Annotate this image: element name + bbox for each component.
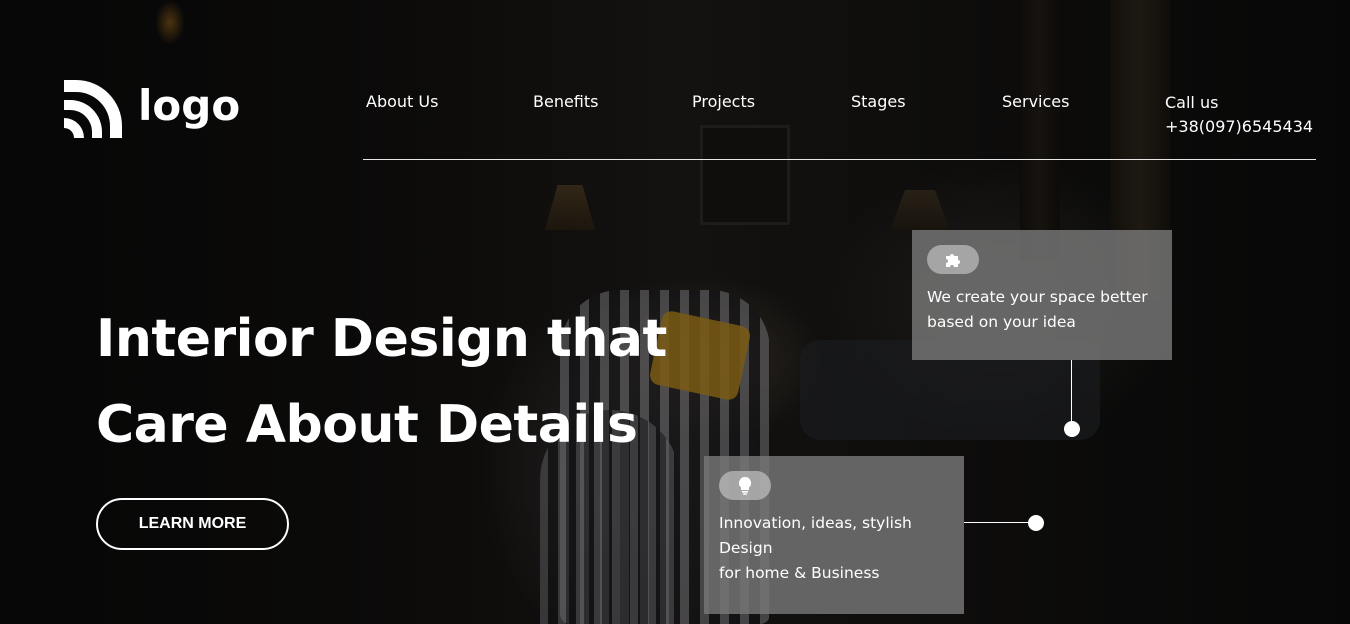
nav-divider — [363, 159, 1316, 160]
hero-section: logo About Us Benefits Projects Stages S… — [0, 0, 1350, 624]
card-icon-badge — [927, 245, 979, 274]
hotspot-dot[interactable] — [1064, 421, 1080, 437]
card-text-line: for home & Business — [719, 564, 880, 582]
background-picture-frame — [700, 125, 790, 225]
card-icon-badge — [719, 471, 771, 500]
headline-line: Care About Details — [96, 395, 638, 455]
card-text-line: Design — [719, 539, 773, 557]
puzzle-icon — [946, 253, 960, 267]
nav-item-projects[interactable]: Projects — [692, 92, 755, 111]
learn-more-button[interactable]: LEARN MORE — [96, 498, 289, 550]
connector-line — [964, 522, 1036, 523]
nav-item-stages[interactable]: Stages — [851, 92, 906, 111]
card-text-line: We create your space better — [927, 288, 1148, 306]
feature-card: Innovation, ideas, stylish Design for ho… — [704, 456, 964, 614]
background-lamp — [155, 0, 185, 45]
wifi-arcs-logo-icon — [64, 80, 122, 138]
lightbulb-icon — [738, 476, 752, 495]
call-us-block: Call us +38(097)6545434 — [1165, 91, 1313, 139]
logo-text: logo — [138, 81, 241, 130]
call-us-label: Call us — [1165, 93, 1219, 112]
card-description: We create your space better based on you… — [927, 285, 1148, 335]
nav-item-services[interactable]: Services — [1002, 92, 1069, 111]
nav-item-benefits[interactable]: Benefits — [533, 92, 599, 111]
hotspot-dot[interactable] — [1028, 515, 1044, 531]
phone-link[interactable]: +38(097)6545434 — [1165, 117, 1313, 136]
background-lamp-shade — [545, 185, 595, 230]
card-text-line: Innovation, ideas, stylish — [719, 514, 912, 532]
card-description: Innovation, ideas, stylish Design for ho… — [719, 511, 912, 586]
nav-item-about-us[interactable]: About Us — [366, 92, 438, 111]
background-lamp-shade — [890, 190, 950, 230]
hero-headline: Interior Design that Care About Details — [96, 296, 667, 468]
headline-line: Interior Design that — [96, 309, 667, 369]
logo-link[interactable]: logo — [64, 80, 240, 138]
card-text-line: based on your idea — [927, 313, 1076, 331]
connector-line — [1071, 360, 1072, 428]
feature-card: We create your space better based on you… — [912, 230, 1172, 360]
background-curtain — [1020, 0, 1060, 260]
